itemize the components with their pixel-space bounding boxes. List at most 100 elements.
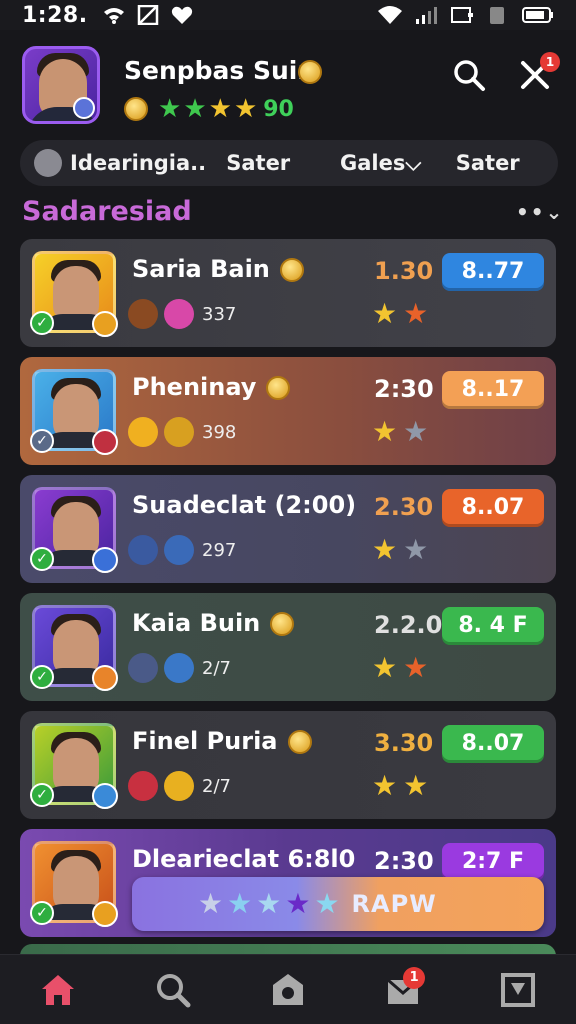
- player-count: 337: [202, 303, 237, 325]
- star-icon: ★: [403, 297, 429, 330]
- star-icon: ★: [227, 887, 253, 920]
- player-name-row: Finel Puria: [132, 727, 312, 755]
- player-count: 2/7: [202, 657, 231, 679]
- player-time: 2.2.0: [374, 611, 443, 639]
- score-button[interactable]: 8. 4 F: [442, 607, 544, 645]
- player-count: 398: [202, 421, 237, 443]
- store-icon: [272, 973, 303, 1005]
- coin-icon: [270, 612, 295, 636]
- player-card[interactable]: ✓ Dlearieclat 6:8l0 2:30 2:7 F ★ ★ ★ ★ ★…: [20, 829, 556, 937]
- notification-badge: 1: [540, 52, 560, 72]
- star-icon: ★: [403, 651, 429, 684]
- wifi-icon: [103, 8, 124, 24]
- tab-sater[interactable]: Sater: [226, 151, 340, 175]
- tab-gales-dropdown[interactable]: Gales⌵: [340, 151, 456, 176]
- player-name-row: Dlearieclat 6:8l0: [132, 845, 355, 873]
- score-button[interactable]: 8..07: [442, 489, 544, 527]
- rank-badge-icon: [92, 901, 118, 927]
- star-icon: ★: [403, 415, 429, 448]
- player-stars: ★ ★: [372, 651, 429, 684]
- player-name-row: Pheninay: [132, 373, 291, 401]
- player-card[interactable]: ✓ Finel Puria 3.30 8..07 2/7 ★ ★: [20, 711, 556, 819]
- item-icon: [128, 653, 158, 683]
- player-card[interactable]: ✓ Suadeclat (2:00) 2.30 8..07 297 ★ ★: [20, 475, 556, 583]
- star-icon: ★: [372, 651, 398, 684]
- rank-badge-icon: [92, 311, 118, 337]
- verified-check-icon: ✓: [30, 665, 54, 689]
- item-icon: [128, 771, 158, 801]
- verified-check-icon: ✓: [30, 429, 54, 453]
- player-name: Dlearieclat 6:8l0: [132, 845, 356, 873]
- cast-icon: [451, 7, 473, 23]
- verified-check-icon: ✓: [30, 901, 54, 925]
- star-icon: ★: [372, 415, 398, 448]
- star-icon: ★: [403, 533, 429, 566]
- nav-mail[interactable]: 1: [373, 965, 433, 1015]
- player-name-row: Kaia Buin: [132, 609, 295, 637]
- rank-badge-icon: [92, 547, 118, 573]
- player-card[interactable]: ✓ Kaia Buin 2.2.0 8. 4 F 2/7 ★ ★: [20, 593, 556, 701]
- nav-search[interactable]: [143, 965, 203, 1015]
- tab-idearingia[interactable]: Idearingia..: [34, 149, 226, 177]
- profile-avatar[interactable]: [22, 46, 100, 124]
- item-icon: [128, 299, 158, 329]
- profile-header: Senpbas Suin ★ ★ ★ ★ 90 1: [0, 36, 576, 136]
- player-name: Finel Puria: [132, 727, 278, 755]
- clock: 1:28.: [22, 2, 88, 28]
- score-button[interactable]: 8..77: [442, 253, 544, 291]
- nav-inventory[interactable]: [488, 965, 548, 1015]
- star-icon: ★: [198, 887, 224, 920]
- player-stars: ★ ★: [372, 769, 428, 802]
- search-icon[interactable]: [452, 58, 486, 92]
- player-card[interactable]: ✓ Pheninay 2:30 8..17 398 ★ ★: [20, 357, 556, 465]
- reward-banner[interactable]: ★ ★ ★ ★ ★ RAPW: [132, 877, 544, 931]
- rank-badge-icon: [92, 783, 118, 809]
- player-stars: ★ ★: [372, 415, 429, 448]
- star-icon: ★: [233, 94, 258, 124]
- coin-icon: [287, 730, 312, 754]
- player-time: 2:30: [374, 375, 434, 403]
- item-icon: [164, 299, 194, 329]
- score-button[interactable]: 8..07: [442, 725, 544, 763]
- filter-tabs: Idearingia.. Sater Gales⌵ Sater: [20, 140, 558, 186]
- mail-badge: 1: [403, 966, 426, 989]
- nav-home[interactable]: [28, 965, 88, 1015]
- score-button[interactable]: 2:7 F: [442, 843, 544, 881]
- star-icon: ★: [183, 94, 207, 124]
- brain-icon: [34, 149, 62, 177]
- home-icon: [41, 974, 74, 1005]
- player-items: 337: [128, 299, 236, 329]
- player-name: Kaia Buin: [132, 609, 261, 637]
- player-count: 2/7: [202, 775, 231, 797]
- star-icon: ★: [256, 887, 282, 920]
- player-time: 2.30: [374, 493, 434, 521]
- item-icon: [164, 417, 194, 447]
- player-list: ✓ Saria Bain 1.30 8..77 337 ★ ★ ✓ Phenin…: [20, 239, 556, 947]
- nav-shop[interactable]: [258, 965, 318, 1015]
- player-items: 2/7: [128, 771, 231, 801]
- coin-icon: [266, 376, 291, 400]
- coin-icon: [124, 97, 148, 121]
- star-icon: ★: [372, 769, 398, 802]
- player-name: Pheninay: [132, 373, 257, 401]
- rotation-lock-icon: [490, 7, 504, 24]
- score-button[interactable]: 8..17: [442, 371, 544, 409]
- player-time: 1.30: [374, 257, 434, 285]
- tab-sater-2[interactable]: Sater: [456, 151, 544, 175]
- verified-check-icon: ✓: [30, 783, 54, 807]
- bottom-nav: 1: [0, 954, 576, 1024]
- rank-badge-icon: [92, 665, 118, 691]
- item-icon: [128, 417, 158, 447]
- player-card[interactable]: ✓ Saria Bain 1.30 8..77 337 ★ ★: [20, 239, 556, 347]
- player-items: 398: [128, 417, 236, 447]
- player-name: Suadeclat (2:00): [132, 491, 357, 519]
- more-options-button[interactable]: ••⌄: [516, 200, 564, 224]
- star-icon: ★: [158, 94, 182, 124]
- player-stars: ★ ★: [372, 533, 429, 566]
- item-icon: [164, 653, 194, 683]
- inventory-icon: [501, 972, 536, 1007]
- player-items: 2/7: [128, 653, 231, 683]
- search-icon: [156, 973, 191, 1007]
- star-icon: ★: [314, 887, 340, 920]
- heart-icon: [171, 6, 192, 25]
